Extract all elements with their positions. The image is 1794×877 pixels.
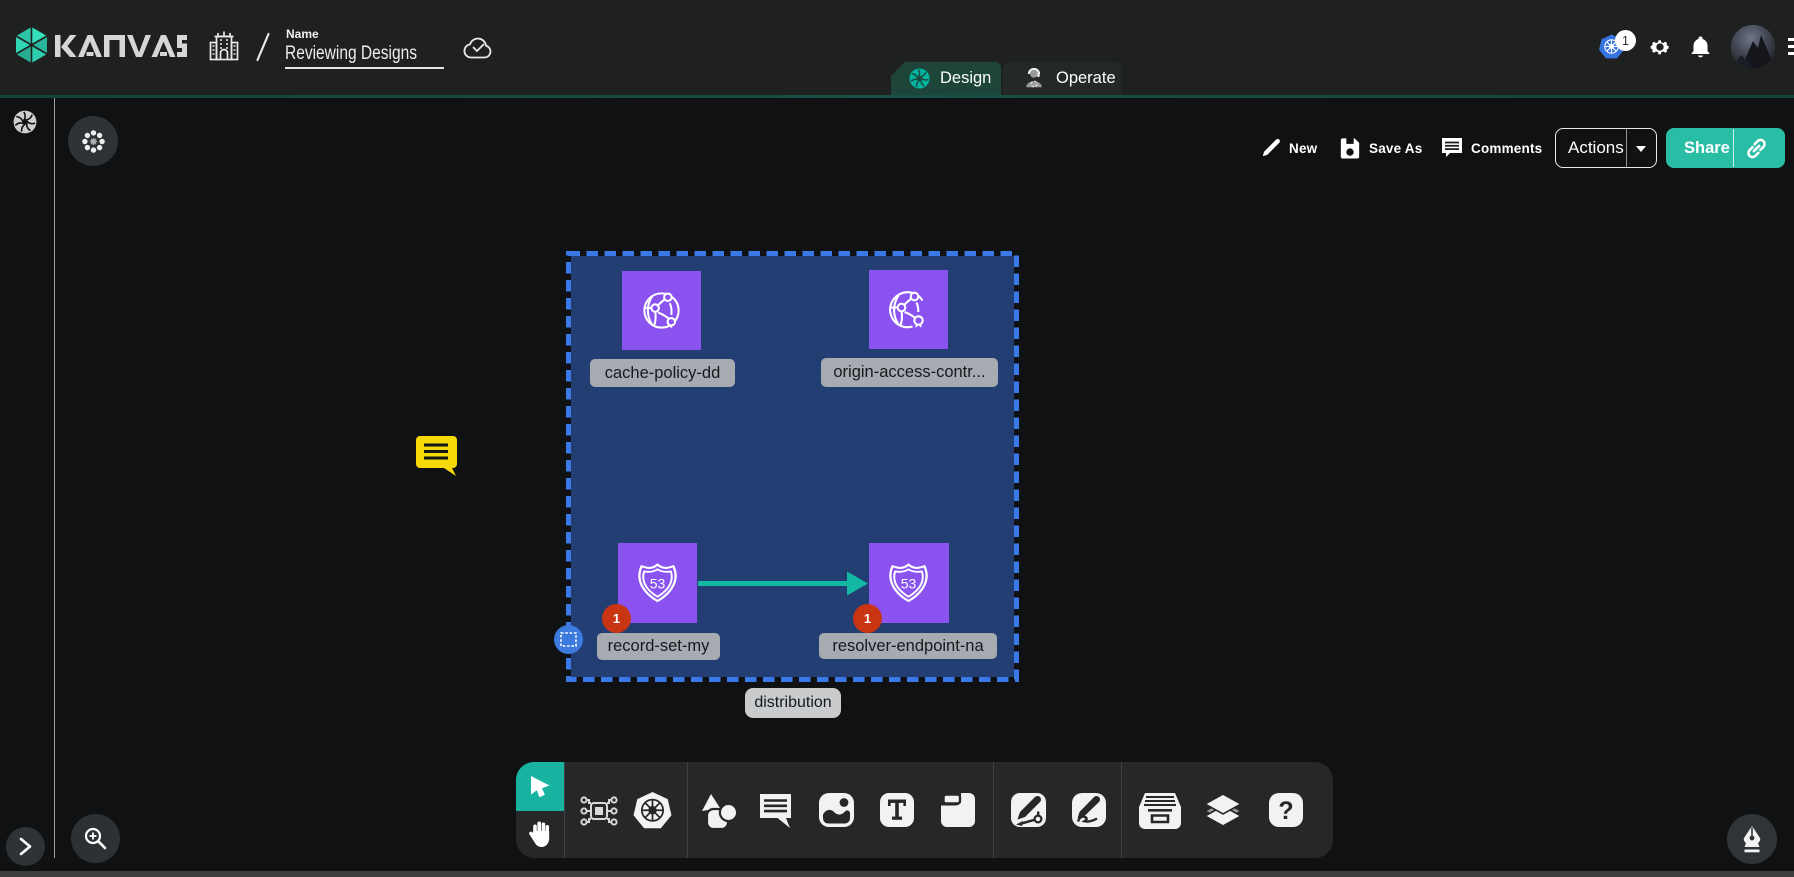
- svg-text:Reviewing Designs: Reviewing Designs: [285, 42, 417, 64]
- svg-text:53: 53: [901, 576, 917, 592]
- svg-text:1: 1: [1622, 34, 1629, 48]
- svg-text:?: ?: [1278, 797, 1293, 825]
- svg-text:53: 53: [650, 576, 666, 592]
